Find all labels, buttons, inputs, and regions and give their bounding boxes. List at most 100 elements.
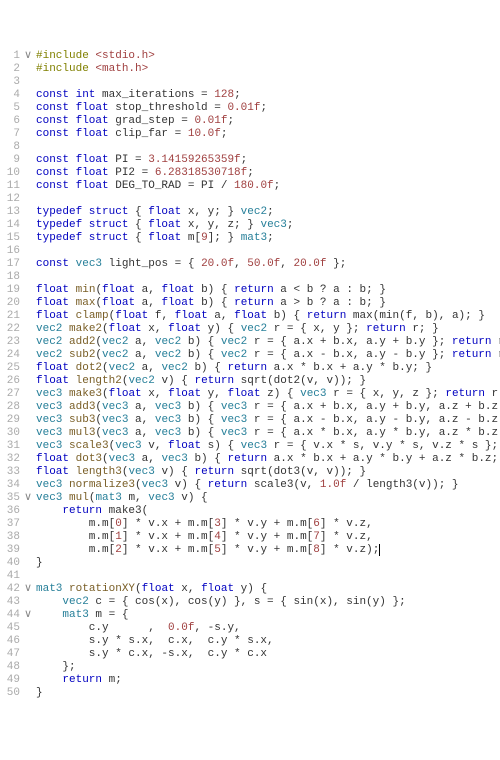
code-line[interactable]: vec3 mul3(vec3 a, vec3 b) { vec3 r = { a… (36, 427, 500, 440)
code-line[interactable]: s.y * s.x, c.x, c.y * s.x, (36, 635, 500, 648)
code-line[interactable]: float length3(vec3 v) { return sqrt(dot3… (36, 466, 500, 479)
fold-toggle (24, 167, 36, 180)
line-number-gutter: 1234567891011121314151617181920212223242… (0, 48, 24, 700)
line-number: 19 (0, 284, 20, 297)
fold-toggle (24, 271, 36, 284)
code-line[interactable]: return m; (36, 674, 500, 687)
code-line[interactable]: vec3 make3(float x, float y, float z) { … (36, 388, 500, 401)
code-line[interactable]: const float clip_far = 10.0f; (36, 128, 500, 141)
line-number: 13 (0, 206, 20, 219)
fold-toggle (24, 466, 36, 479)
line-number: 17 (0, 258, 20, 271)
code-line[interactable]: vec3 add3(vec3 a, vec3 b) { vec3 r = { a… (36, 401, 500, 414)
line-number: 6 (0, 115, 20, 128)
code-line[interactable]: s.y * c.x, -s.x, c.y * c.x (36, 648, 500, 661)
code-area[interactable]: #include <stdio.h>#include <math.h> const… (36, 48, 500, 700)
line-number: 40 (0, 557, 20, 570)
code-line[interactable]: const float grad_step = 0.01f; (36, 115, 500, 128)
line-number: 24 (0, 349, 20, 362)
code-line[interactable] (36, 570, 500, 583)
line-number: 32 (0, 453, 20, 466)
line-number: 26 (0, 375, 20, 388)
code-line[interactable]: m.m[0] * v.x + m.m[3] * v.y + m.m[6] * v… (36, 518, 500, 531)
code-line[interactable]: float min(float a, float b) { return a <… (36, 284, 500, 297)
fold-toggle (24, 453, 36, 466)
code-line[interactable] (36, 245, 500, 258)
code-line[interactable] (36, 271, 500, 284)
fold-toggle[interactable]: ∨ (24, 609, 36, 622)
line-number: 14 (0, 219, 20, 232)
fold-toggle (24, 63, 36, 76)
code-line[interactable]: vec2 make2(float x, float y) { vec2 r = … (36, 323, 500, 336)
fold-toggle (24, 414, 36, 427)
code-line[interactable]: const float DEG_TO_RAD = PI / 180.0f; (36, 180, 500, 193)
line-number: 21 (0, 310, 20, 323)
fold-toggle (24, 674, 36, 687)
line-number: 30 (0, 427, 20, 440)
code-line[interactable]: float clamp(float f, float a, float b) {… (36, 310, 500, 323)
code-line[interactable]: }; (36, 661, 500, 674)
fold-toggle[interactable]: ∨ (24, 50, 36, 63)
fold-toggle (24, 388, 36, 401)
code-line[interactable]: #include <math.h> (36, 63, 500, 76)
fold-toggle[interactable]: ∨ (24, 492, 36, 505)
code-line[interactable] (36, 76, 500, 89)
code-line[interactable]: float dot3(vec3 a, vec3 b) { return a.x … (36, 453, 500, 466)
fold-toggle (24, 115, 36, 128)
fold-toggle (24, 154, 36, 167)
fold-toggle (24, 258, 36, 271)
line-number: 20 (0, 297, 20, 310)
line-number: 10 (0, 167, 20, 180)
fold-toggle (24, 505, 36, 518)
code-line[interactable]: m.m[1] * v.x + m.m[4] * v.y + m.m[7] * v… (36, 531, 500, 544)
fold-toggle (24, 349, 36, 362)
fold-toggle (24, 245, 36, 258)
code-line[interactable]: const float PI = 3.14159265359f; (36, 154, 500, 167)
fold-gutter[interactable]: ∨ ∨ ∨ ∨ (24, 48, 36, 700)
line-number: 49 (0, 674, 20, 687)
code-line[interactable]: vec2 c = { cos(x), cos(y) }, s = { sin(x… (36, 596, 500, 609)
code-line[interactable]: vec3 normalize3(vec3 v) { return scale3(… (36, 479, 500, 492)
line-number: 37 (0, 518, 20, 531)
line-number: 45 (0, 622, 20, 635)
code-line[interactable] (36, 193, 500, 206)
line-number: 35 (0, 492, 20, 505)
code-line[interactable] (36, 141, 500, 154)
code-line[interactable]: float length2(vec2 v) { return sqrt(dot2… (36, 375, 500, 388)
code-line[interactable]: vec3 sub3(vec3 a, vec3 b) { vec3 r = { a… (36, 414, 500, 427)
line-number: 7 (0, 128, 20, 141)
line-number: 15 (0, 232, 20, 245)
code-line[interactable]: mat3 rotationXY(float x, float y) { (36, 583, 500, 596)
line-number: 50 (0, 687, 20, 700)
line-number: 3 (0, 76, 20, 89)
code-line[interactable]: float max(float a, float b) { return a >… (36, 297, 500, 310)
code-line[interactable]: const int max_iterations = 128; (36, 89, 500, 102)
code-line[interactable]: typedef struct { float x, y, z; } vec3; (36, 219, 500, 232)
code-line[interactable]: } (36, 687, 500, 700)
fold-toggle (24, 557, 36, 570)
code-line[interactable]: vec2 add2(vec2 a, vec2 b) { vec2 r = { a… (36, 336, 500, 349)
code-line[interactable]: vec3 mul(mat3 m, vec3 v) { (36, 492, 500, 505)
fold-toggle[interactable]: ∨ (24, 583, 36, 596)
fold-toggle (24, 635, 36, 648)
fold-toggle (24, 141, 36, 154)
code-line[interactable]: typedef struct { float m[9]; } mat3; (36, 232, 500, 245)
code-line[interactable]: vec2 sub2(vec2 a, vec2 b) { vec2 r = { a… (36, 349, 500, 362)
code-line[interactable]: mat3 m = { (36, 609, 500, 622)
code-editor[interactable]: 1234567891011121314151617181920212223242… (0, 48, 500, 700)
code-line[interactable]: } (36, 557, 500, 570)
code-line[interactable]: c.y , 0.0f, -s.y, (36, 622, 500, 635)
code-line[interactable]: const float stop_threshold = 0.01f; (36, 102, 500, 115)
code-line[interactable]: const vec3 light_pos = { 20.0f, 50.0f, 2… (36, 258, 500, 271)
code-line[interactable]: const float PI2 = 6.28318530718f; (36, 167, 500, 180)
code-line[interactable]: m.m[2] * v.x + m.m[5] * v.y + m.m[8] * v… (36, 544, 500, 557)
code-line[interactable]: vec3 scale3(vec3 v, float s) { vec3 r = … (36, 440, 500, 453)
code-line[interactable]: return make3( (36, 505, 500, 518)
fold-toggle (24, 310, 36, 323)
line-number: 8 (0, 141, 20, 154)
line-number: 2 (0, 63, 20, 76)
code-line[interactable]: #include <stdio.h> (36, 50, 500, 63)
code-line[interactable]: typedef struct { float x, y; } vec2; (36, 206, 500, 219)
fold-toggle (24, 440, 36, 453)
code-line[interactable]: float dot2(vec2 a, vec2 b) { return a.x … (36, 362, 500, 375)
